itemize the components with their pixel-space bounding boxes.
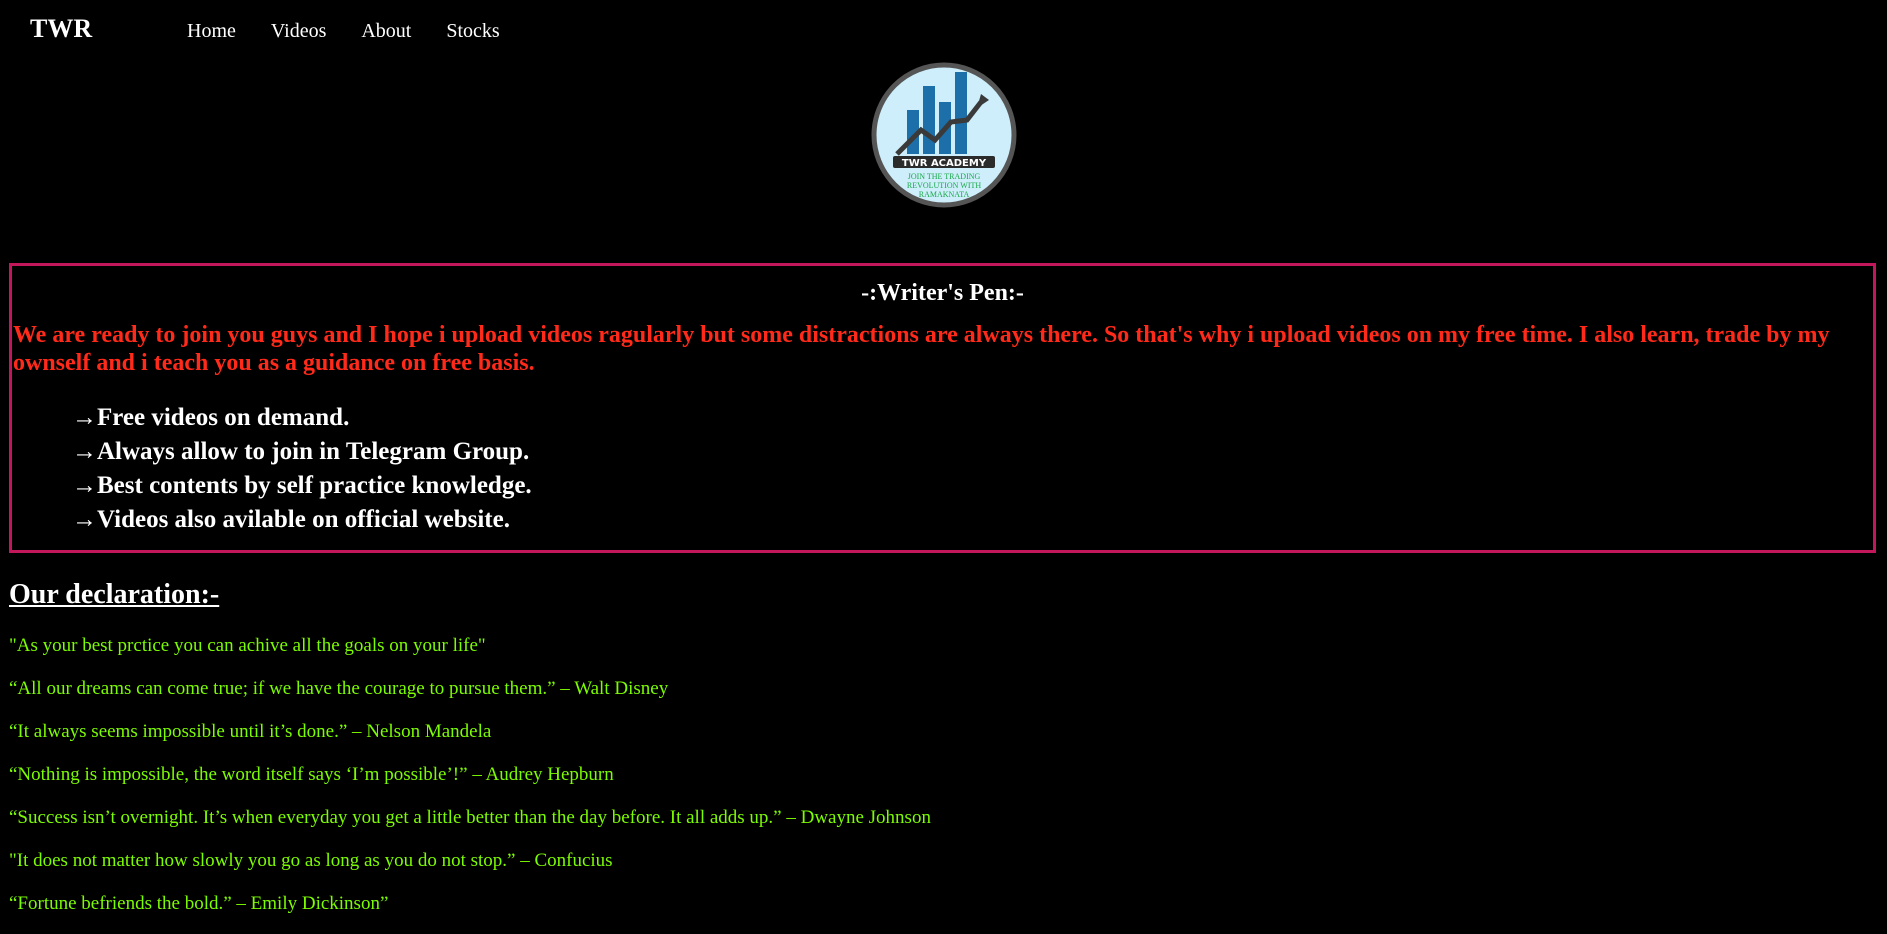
quote-item: “Nothing is impossible, the word itself …: [9, 764, 614, 785]
writers-pen-message: We are ready to join you guys and I hope…: [13, 322, 1830, 376]
quote-item: "It does not matter how slowly you go as…: [9, 850, 613, 871]
nav-link-stocks[interactable]: Stocks: [446, 20, 499, 43]
writers-pen-box: -:Writer's Pen:- We are ready to join yo…: [9, 263, 1876, 553]
logo-bar-4: [955, 72, 967, 154]
feature-item: →Best contents by self practice knowledg…: [72, 472, 532, 499]
logo-emblem: TWR ACADEMY JOIN THE TRADING REVOLUTION …: [871, 62, 1017, 208]
quote-item: "As your best prctice you can achive all…: [9, 635, 486, 656]
brand-logo-text[interactable]: TWR: [30, 14, 92, 44]
top-navbar: TWR Home Videos About Stocks: [0, 0, 1887, 62]
quote-item: “All our dreams can come true; if we hav…: [9, 678, 669, 699]
quote-item: “It always seems impossible until it’s d…: [9, 721, 492, 742]
nav-link-home[interactable]: Home: [187, 20, 236, 43]
nav-link-about[interactable]: About: [361, 20, 411, 43]
quote-item: “Success isn’t overnight. It’s when ever…: [9, 807, 931, 828]
logo-tagline-3: RAMAKNATA: [919, 190, 970, 199]
logo-badge-text: TWR ACADEMY: [902, 158, 987, 169]
logo-tagline-2: REVOLUTION WITH: [907, 181, 982, 190]
logo-tagline-1: JOIN THE TRADING: [908, 172, 981, 181]
writers-pen-title: -:Writer's Pen:-: [861, 280, 1024, 306]
feature-item: →Videos also avilable on official websit…: [72, 506, 510, 533]
quote-list: "As your best prctice you can achive all…: [9, 633, 931, 934]
quote-item: “Fortune befriends the bold.” – Emily Di…: [9, 893, 389, 914]
declaration-heading: Our declaration:-: [9, 579, 220, 610]
nav-links: Home Videos About Stocks: [187, 20, 535, 43]
nav-link-videos[interactable]: Videos: [271, 20, 326, 43]
feature-item: →Free videos on demand.: [72, 404, 350, 431]
logo-bar-2: [923, 86, 935, 154]
academy-logo: TWR ACADEMY JOIN THE TRADING REVOLUTION …: [871, 62, 1017, 208]
feature-list: →Free videos on demand. →Always allow to…: [72, 401, 532, 537]
feature-item: →Always allow to join in Telegram Group.: [72, 438, 530, 465]
